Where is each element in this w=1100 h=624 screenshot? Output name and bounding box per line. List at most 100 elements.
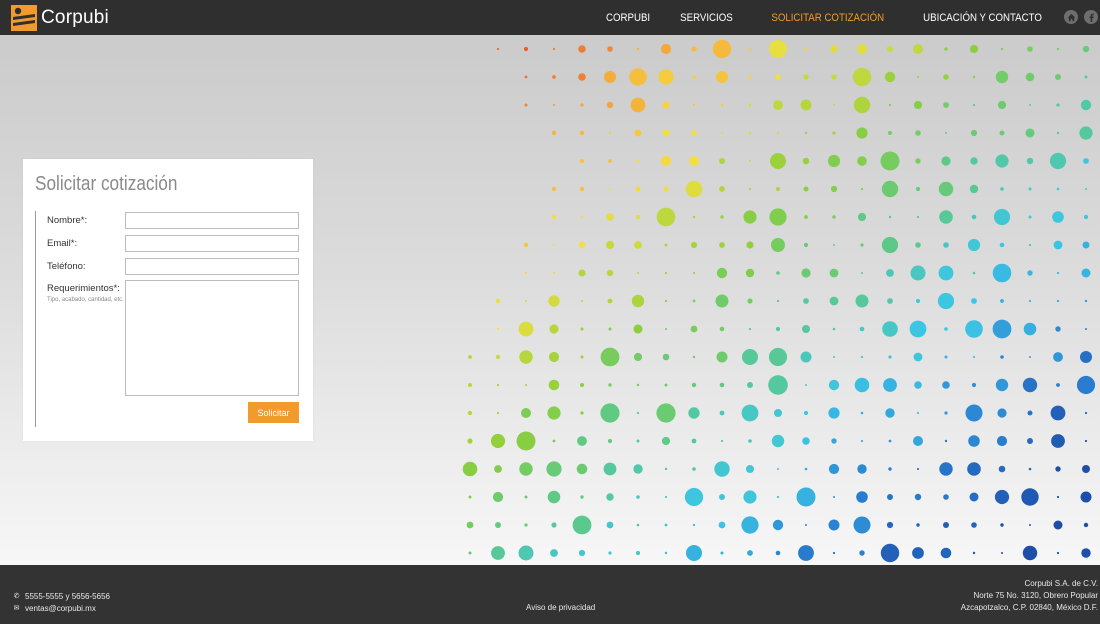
- decor-dot: [1082, 465, 1090, 473]
- nombre-field[interactable]: [125, 212, 299, 229]
- decor-dot: [969, 184, 979, 194]
- decor-dot: [915, 298, 921, 304]
- decor-dot: [608, 551, 612, 555]
- decor-dot: [771, 238, 785, 252]
- decor-dot: [690, 325, 698, 333]
- facebook-icon[interactable]: [1084, 10, 1098, 24]
- decor-dot: [1056, 271, 1060, 275]
- decor-dot: [999, 130, 1005, 136]
- decor-dot: [600, 403, 620, 423]
- decor-dot: [1056, 47, 1060, 51]
- decor-dot: [916, 523, 920, 527]
- decor-dot: [749, 160, 751, 162]
- decor-dot: [887, 298, 893, 304]
- decor-dot: [633, 352, 643, 362]
- footer-address: Corpubi S.A. de C.V. Norte 75 No. 3120, …: [961, 578, 1098, 614]
- decor-dot: [1022, 545, 1038, 561]
- decor-dot: [773, 100, 783, 110]
- decor-dot: [769, 40, 787, 58]
- decor-dot: [1082, 45, 1090, 53]
- nav-item-servicios[interactable]: SERVICIOS: [680, 12, 733, 24]
- logo[interactable]: Corpubi: [11, 5, 109, 31]
- nav-item-corpubi[interactable]: CORPUBI: [606, 12, 650, 24]
- nav-item-solicitar-cotizacion[interactable]: SOLICITAR COTIZACIÓN: [771, 12, 884, 24]
- decor-dot: [579, 130, 585, 136]
- decor-dot: [658, 69, 674, 85]
- decor-dot: [719, 326, 725, 332]
- nav-item-ubicacion-contacto[interactable]: UBICACIÓN Y CONTACTO: [923, 12, 1042, 24]
- decor-dot: [551, 522, 557, 528]
- privacy-link[interactable]: Aviso de privacidad: [526, 603, 595, 612]
- decor-dot: [521, 408, 531, 418]
- decor-dot: [832, 131, 836, 135]
- decor-dot: [547, 406, 561, 420]
- decor-dot: [912, 547, 924, 559]
- social-links: [1064, 10, 1098, 24]
- decor-dot: [776, 299, 780, 303]
- decor-dot: [829, 296, 839, 306]
- footer-email[interactable]: ventas@corpubi.mx: [25, 604, 96, 613]
- solicitar-button[interactable]: Solicitar: [248, 402, 299, 423]
- telefono-field[interactable]: [125, 258, 299, 275]
- decor-dot: [636, 495, 640, 499]
- decor-dot: [578, 73, 586, 81]
- decor-dot: [578, 45, 586, 53]
- decor-dot: [636, 439, 640, 443]
- decor-dot: [635, 550, 641, 556]
- decor-dot: [580, 215, 584, 219]
- decor-dot: [606, 493, 614, 501]
- home-icon[interactable]: [1064, 10, 1078, 24]
- decor-dot: [802, 157, 810, 165]
- decor-dot: [1085, 328, 1087, 330]
- decor-dot: [660, 155, 672, 167]
- decor-dot: [633, 324, 643, 334]
- decor-dot: [468, 355, 472, 359]
- requerimientos-label: Requerimientos*:: [47, 283, 120, 294]
- decor-dot: [967, 462, 981, 476]
- decor-dot: [718, 521, 726, 529]
- decor-dot: [1025, 72, 1035, 82]
- decor-dot: [769, 208, 787, 226]
- decor-dot: [719, 494, 725, 500]
- decor-dot: [937, 292, 955, 310]
- decor-dot: [1000, 523, 1004, 527]
- decor-dot: [748, 47, 752, 51]
- decor-dot: [665, 328, 667, 330]
- decor-dot: [690, 241, 698, 249]
- decor-dot: [832, 215, 836, 219]
- decor-dot: [719, 158, 725, 164]
- decor-dot: [600, 347, 620, 367]
- decor-dot: [804, 467, 808, 471]
- decor-dot: [608, 159, 612, 163]
- decor-dot: [519, 462, 533, 476]
- decor-dot: [635, 186, 641, 192]
- decor-dot: [664, 495, 668, 499]
- footer-company: Corpubi S.A. de C.V.: [1024, 579, 1098, 588]
- decor-dot: [1056, 495, 1060, 499]
- decor-dot: [772, 519, 784, 531]
- decor-dot: [524, 271, 528, 275]
- decor-dot: [972, 551, 976, 555]
- decor-dot: [860, 439, 864, 443]
- decor-dot: [1085, 188, 1087, 190]
- email-field[interactable]: [125, 235, 299, 252]
- decor-dot: [580, 495, 584, 499]
- decor-dot: [664, 271, 668, 275]
- decor-dot: [830, 185, 838, 193]
- decor-dot: [914, 493, 922, 501]
- decor-dot: [852, 67, 872, 87]
- decor-dot: [860, 243, 864, 247]
- decor-dot: [913, 100, 923, 110]
- decor-dot: [804, 47, 808, 51]
- decor-dot: [803, 410, 809, 416]
- requerimientos-textarea[interactable]: [125, 280, 299, 396]
- decor-dot: [634, 241, 642, 249]
- decor-dot: [883, 378, 897, 392]
- decor-dot: [608, 187, 612, 191]
- decor-dot: [692, 355, 696, 359]
- decor-dot: [684, 487, 704, 507]
- decor-dot: [664, 523, 668, 527]
- decor-dot: [685, 180, 703, 198]
- decor-dot: [580, 355, 584, 359]
- decor-dot: [1000, 299, 1004, 303]
